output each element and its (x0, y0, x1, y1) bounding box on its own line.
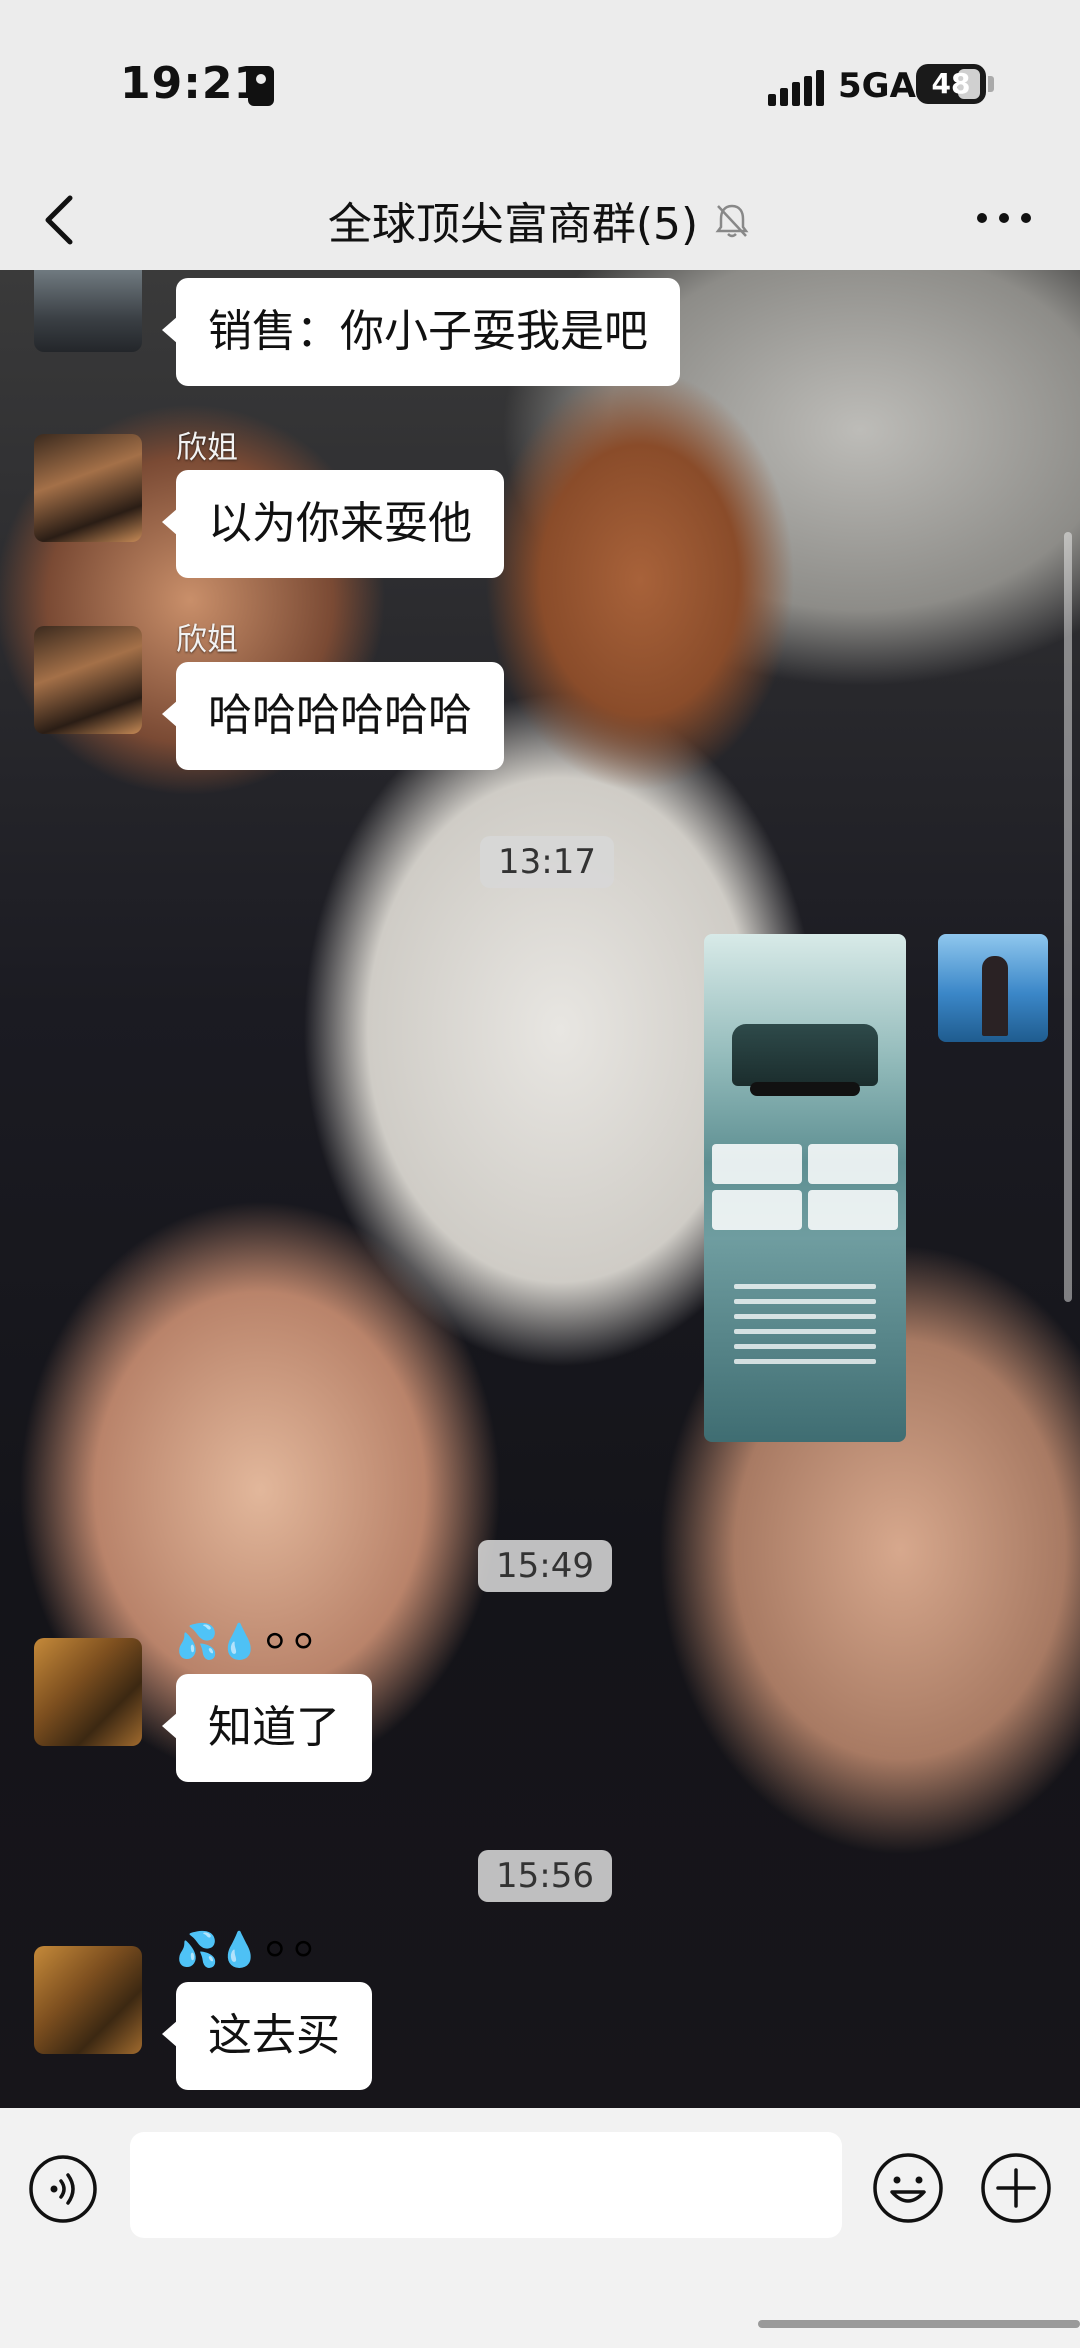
avatar[interactable] (34, 270, 142, 352)
sender-name: 欣姐 (176, 430, 238, 466)
bell-off-icon (715, 204, 749, 238)
message-bubble[interactable]: 以为你来耍他 (162, 470, 504, 578)
avatar[interactable] (34, 1946, 142, 2054)
sender-name: 💦💧⚪⚪ (176, 1930, 318, 1970)
image-message[interactable] (704, 934, 906, 1442)
message-bubble[interactable]: 销售：你小子耍我是吧 (162, 278, 680, 386)
price-grid (712, 1144, 898, 1230)
timestamp: 13:17 (480, 836, 614, 888)
self-avatar[interactable] (938, 934, 1048, 1042)
message-input[interactable] (130, 2132, 842, 2238)
network-type: 5GA (838, 66, 916, 106)
plus-icon[interactable] (980, 2152, 1052, 2224)
status-time: 19:21 (120, 58, 266, 109)
message-bubble[interactable]: 哈哈哈哈哈哈 (162, 662, 504, 770)
chat-title[interactable]: 全球顶尖富商群(5) (328, 188, 698, 252)
scrollbar[interactable] (1064, 532, 1072, 1302)
home-indicator[interactable] (758, 2320, 1080, 2328)
sender-name: 欣姐 (176, 622, 238, 658)
more-icon[interactable] (974, 206, 1034, 230)
poster-text-lines (734, 1274, 876, 1374)
avatar[interactable] (34, 626, 142, 734)
status-bar: 19:21 5GA 48 (0, 0, 1080, 170)
battery-level: 48 (931, 67, 971, 100)
battery-icon: 48 (916, 64, 986, 104)
avatar[interactable] (34, 1638, 142, 1746)
timestamp: 15:56 (478, 1850, 612, 1902)
signal-icon (768, 70, 824, 106)
input-bar (0, 2108, 1080, 2348)
nav-bar: 全球顶尖富商群(5) (0, 170, 1080, 270)
timestamp: 15:49 (478, 1540, 612, 1592)
battery-tip (988, 76, 994, 92)
car-image (732, 1024, 878, 1096)
message-bubble[interactable]: 这去买 (162, 1982, 372, 2090)
portrait-lock-icon (248, 66, 274, 106)
avatar[interactable] (34, 434, 142, 542)
chat-area[interactable]: 销售：你小子耍我是吧 欣姐 以为你来耍他 欣姐 哈哈哈哈哈哈 13:17 15:… (0, 270, 1080, 2108)
emoji-icon[interactable] (872, 2152, 944, 2224)
message-bubble[interactable]: 知道了 (162, 1674, 372, 1782)
sender-name: 💦💧⚪⚪ (176, 1622, 318, 1662)
voice-icon[interactable] (28, 2154, 98, 2224)
